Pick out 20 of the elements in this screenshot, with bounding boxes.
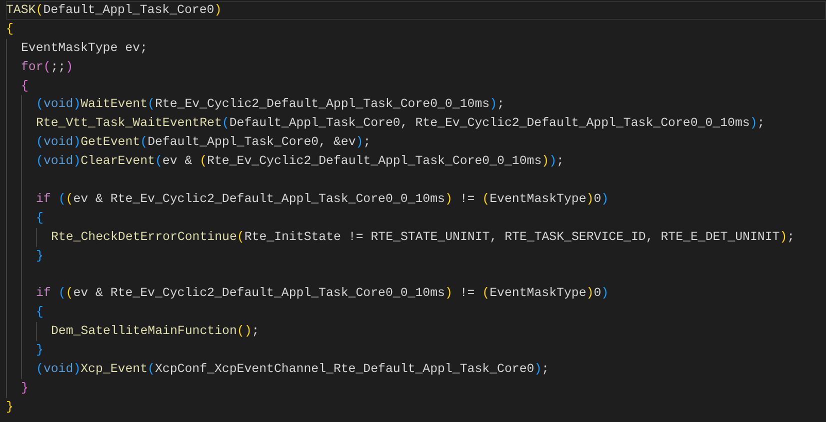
code-line: Rte_Vtt_Task_WaitEventRet(Default_Appl_Task_Core0, Rte_Ev_Cyclic2_Default_Appl_Task_Core0_0_10ms);: [36, 115, 765, 132]
code-line: (void)WaitEvent(Rte_Ev_Cyclic2_Default_Appl_Task_Core0_0_10ms);: [36, 96, 504, 114]
code-line: }: [6, 398, 14, 416]
code-line: {: [6, 20, 14, 38]
code-line: {: [36, 304, 44, 322]
code-line: if ((ev & Rte_Ev_Cyclic2_Default_Appl_Task_Core0_0_10ms) != (EventMaskType)0): [36, 285, 609, 302]
code-line: EventMaskType ev;: [21, 40, 148, 57]
code-line: for(;;): [21, 58, 74, 76]
code-line: Dem_SatelliteMainFunction();: [51, 323, 260, 340]
code-line: Rte_CheckDetErrorContinue(Rte_InitState != RTE_STATE_UNINIT, RTE_TASK_SERVICE_ID, RTE_E_DET_UNINIT);: [51, 228, 795, 246]
code-line: if ((ev & Rte_Ev_Cyclic2_Default_Appl_Task_Core0_0_10ms) != (EventMaskType)0): [36, 190, 609, 208]
code-line: (void)ClearEvent(ev & (Rte_Ev_Cyclic2_Default_Appl_Task_Core0_0_10ms));: [36, 153, 564, 170]
code-line: TASK(Default_Appl_Task_Core0): [6, 1, 826, 20]
code-line: {: [21, 78, 28, 95]
code-line: (void)GetEvent(Default_Appl_Task_Core0, &ev);: [36, 134, 371, 152]
code-line: }: [36, 248, 44, 265]
code-line: {: [36, 210, 44, 227]
code-line: }: [36, 342, 44, 360]
code-line: }: [21, 380, 28, 397]
code-line: (void)Xcp_Event(XcpConf_XcpEventChannel_Rte_Default_Appl_Task_Core0);: [36, 360, 550, 378]
